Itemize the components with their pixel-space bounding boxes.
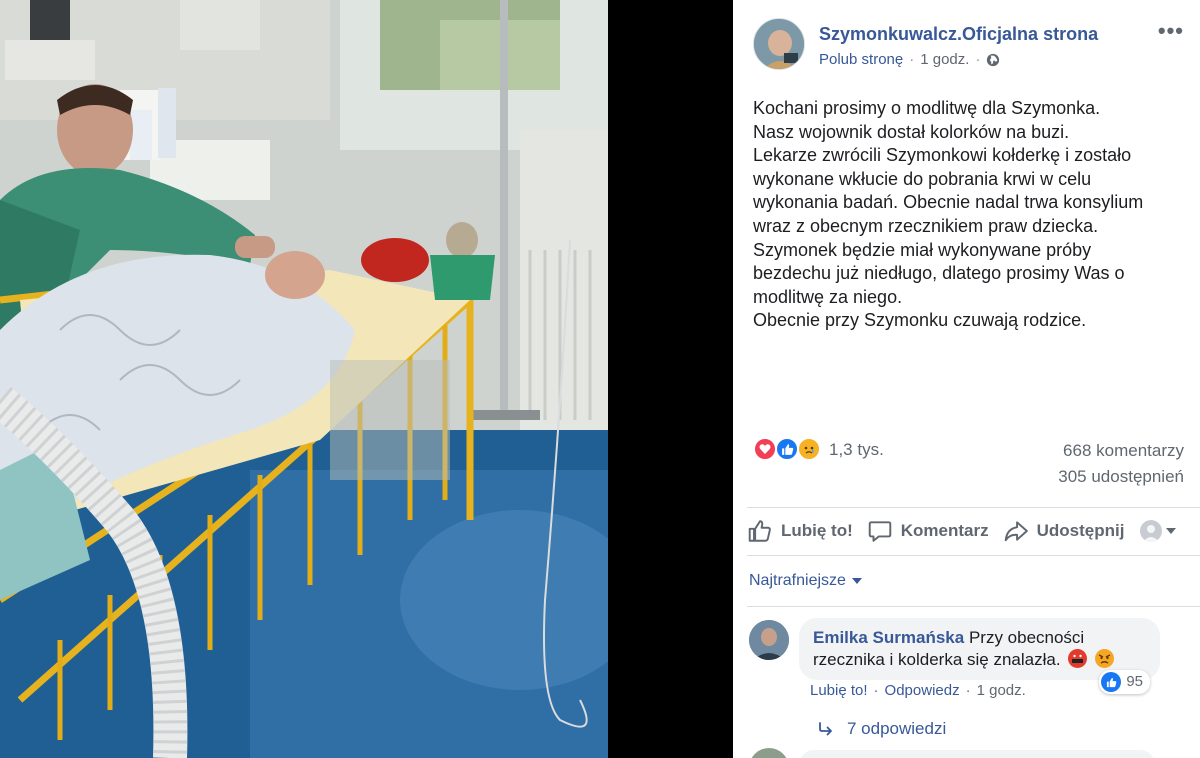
comment-time[interactable]: 1 godz. bbox=[977, 682, 1026, 699]
comments-count[interactable]: 668 komentarzy bbox=[1063, 441, 1184, 461]
commenter-avatar[interactable] bbox=[749, 620, 789, 660]
share-button-label: Udostępnij bbox=[1036, 521, 1125, 540]
shares-count[interactable]: 305 udostępnień bbox=[1058, 467, 1184, 487]
share-button[interactable]: Udostępnij bbox=[1003, 518, 1125, 544]
comment-sort-dropdown[interactable]: Najtrafniejsze bbox=[749, 572, 862, 590]
angry-face-icon bbox=[1095, 649, 1115, 668]
comment-bubble: Emilka Surmańska Przy obecności rzecznik… bbox=[799, 618, 1160, 694]
separator-dot: · bbox=[965, 682, 971, 699]
sort-label: Najtrafniejsze bbox=[749, 572, 846, 589]
love-icon bbox=[753, 437, 777, 461]
separator-dot: · bbox=[873, 682, 879, 699]
post-text-line: Kochani prosimy o modlitwę dla Szymonka. bbox=[753, 98, 1101, 118]
divider bbox=[747, 555, 1200, 556]
view-as-avatar bbox=[1140, 520, 1163, 542]
chevron-down-icon bbox=[1166, 528, 1177, 534]
post-action-bar: Lubię to! Komentarz Udostępnij bbox=[747, 510, 1190, 552]
next-comment-bubble bbox=[799, 750, 1155, 758]
comment-author[interactable]: Emilka Surmańska bbox=[813, 628, 964, 647]
view-replies-link[interactable]: 7 odpowiedzi bbox=[817, 719, 946, 739]
more-icon[interactable]: ••• bbox=[1158, 20, 1184, 42]
post-header: Szymonkuwalcz.Oficjalna strona Polub str… bbox=[753, 18, 1184, 74]
post-meta: Polub stronę · 1 godz. · bbox=[819, 51, 1000, 68]
comment-reply-link[interactable]: Odpowiedz bbox=[885, 682, 960, 699]
comment-icon bbox=[868, 521, 892, 542]
post-time[interactable]: 1 godz. bbox=[920, 51, 969, 68]
chevron-down-icon bbox=[851, 578, 862, 584]
post-text-line: wykonania badań. Obecnie nadal trwa kons… bbox=[753, 192, 1144, 213]
post-photo[interactable] bbox=[0, 0, 608, 758]
globe-icon[interactable] bbox=[986, 53, 1000, 67]
reactions-summary: 1,3 tys. 668 komentarzy 305 udostępnień bbox=[753, 432, 1184, 502]
page-name-link[interactable]: Szymonkuwalcz.Oficjalna strona bbox=[819, 24, 1098, 45]
post-text-line: Nasz wojownik dostał kolorków na buzi. bbox=[753, 121, 1070, 142]
child-avatar-image bbox=[754, 19, 804, 69]
thumbs-up-icon bbox=[748, 520, 771, 542]
comment-button[interactable]: Komentarz bbox=[867, 518, 989, 544]
like-page-link[interactable]: Polub stronę bbox=[819, 51, 903, 68]
reply-arrow-icon bbox=[819, 722, 832, 736]
reactions-count[interactable]: 1,3 tys. bbox=[829, 440, 884, 460]
page-avatar[interactable] bbox=[753, 18, 805, 70]
separator-dot: · bbox=[975, 51, 981, 68]
view-as-selector[interactable] bbox=[1140, 520, 1177, 542]
comment-likes-value: 95 bbox=[1126, 673, 1143, 690]
comment-like-count[interactable]: 95 bbox=[1099, 670, 1150, 694]
comment-item: Emilka Surmańska Przy obecności rzecznik… bbox=[749, 618, 1180, 708]
hospital-room-image bbox=[0, 0, 608, 758]
post-text-line: bezdechu już niedługo, dlatego prosimy W… bbox=[753, 263, 1125, 284]
post-text-line: Lekarze zwrócili Szymonkowi kołderkę i z… bbox=[753, 145, 1132, 166]
post-panel: Szymonkuwalcz.Oficjalna strona Polub str… bbox=[733, 0, 1200, 758]
like-icon bbox=[775, 437, 799, 461]
post-text-line: wykonane wkłucie do pobrania krwi w celu bbox=[753, 168, 1092, 189]
comment-actions: Lubię to! · Odpowiedz · 1 godz. bbox=[810, 682, 1026, 699]
replies-count: 7 odpowiedzi bbox=[847, 719, 947, 738]
comment-like-link[interactable]: Lubię to! bbox=[810, 682, 868, 699]
like-button-label: Lubię to! bbox=[781, 521, 853, 540]
divider bbox=[747, 507, 1200, 508]
post-text-line: wraz z obecnym rzecznikiem praw dziecka. bbox=[753, 215, 1099, 236]
post-text: Kochani prosimy o modlitwę dla Szymonka.… bbox=[753, 97, 1183, 333]
like-button[interactable]: Lubię to! bbox=[747, 518, 853, 544]
reaction-icons[interactable] bbox=[753, 437, 833, 461]
share-arrow-icon bbox=[1004, 521, 1028, 542]
swearing-face-icon bbox=[1068, 649, 1088, 668]
next-commenter-avatar[interactable] bbox=[749, 748, 789, 758]
separator-dot: · bbox=[909, 51, 915, 68]
divider bbox=[747, 606, 1200, 607]
sad-icon bbox=[797, 437, 821, 461]
like-icon bbox=[1101, 672, 1122, 692]
comment-button-label: Komentarz bbox=[900, 521, 989, 540]
post-text-line: modlitwę za niego. bbox=[753, 286, 903, 307]
post-text-line: Obecnie przy Szymonku czuwają rodzice. bbox=[753, 310, 1087, 331]
post-text-line: Szymonek będzie miał wykonywane próby bbox=[753, 239, 1092, 260]
